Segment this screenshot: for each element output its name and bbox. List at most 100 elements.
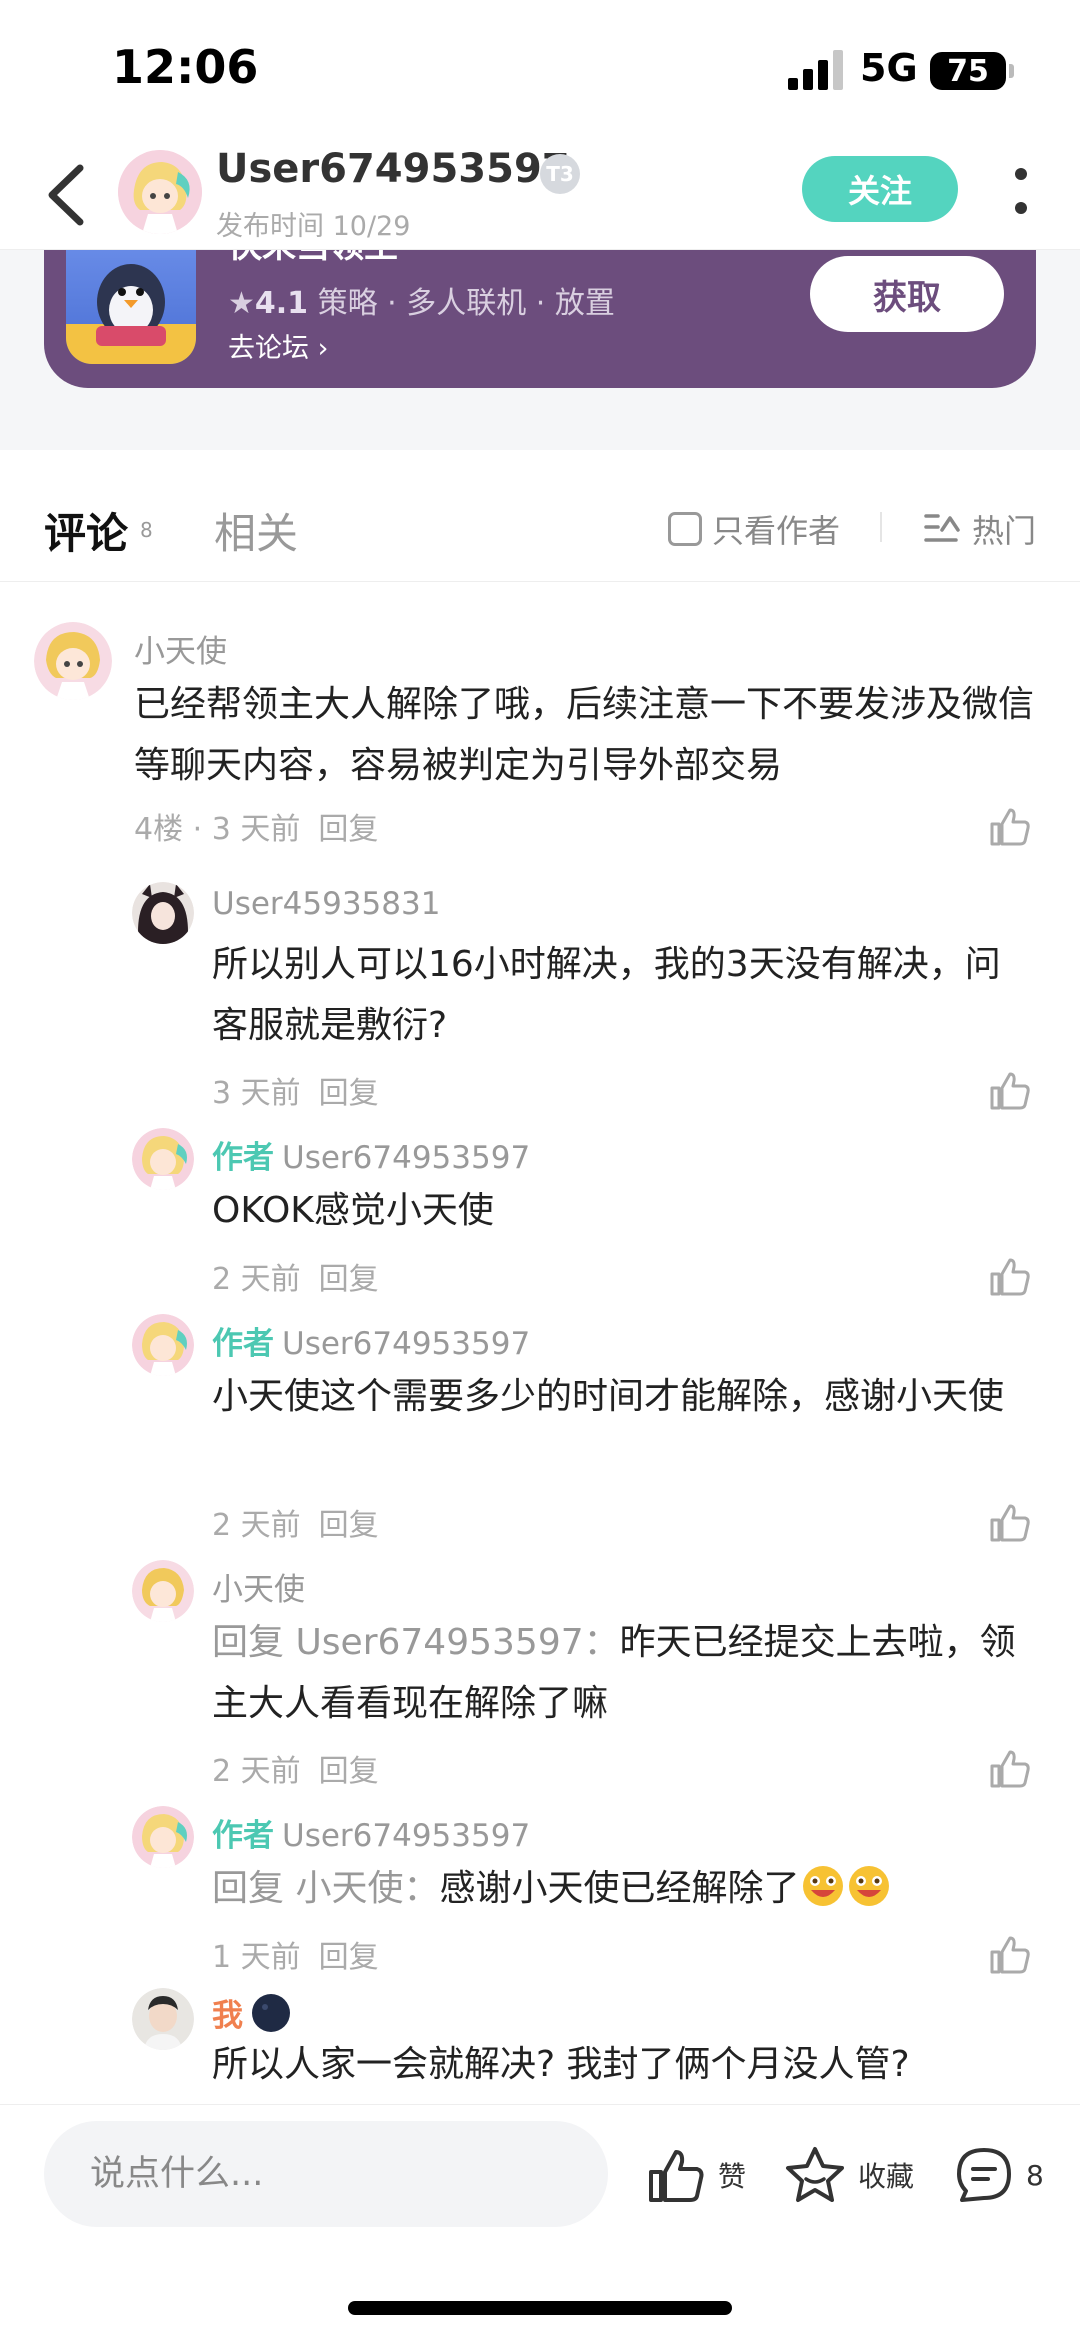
author-avatar-icon (132, 1128, 194, 1190)
only-author-label: 只看作者 (712, 512, 841, 550)
forum-link[interactable]: 去论坛 › (228, 326, 328, 365)
author-avatar-icon (132, 1314, 194, 1376)
comment-text: 小天使这个需要多少的时间才能解除，感谢小天使 (212, 1376, 1005, 1417)
status-time: 12:06 (112, 40, 259, 94)
comment-meta: 2 天前 回复 (212, 1746, 379, 1790)
commenter-name[interactable]: User45935831 (212, 886, 440, 922)
comment-time: 2 天前 (212, 1262, 301, 1297)
author-name[interactable]: User674953597 (216, 146, 570, 192)
like-icon[interactable] (988, 1500, 1032, 1544)
post-time: 发布时间 10/29 (216, 211, 411, 242)
reply-button[interactable]: 回复 (319, 1940, 379, 1975)
angel-avatar-icon (34, 622, 112, 700)
reply-to-prefix: 回复 小天使： (212, 1868, 440, 1909)
commenter-name[interactable]: 作者 User674953597 (212, 1810, 530, 1855)
comment-time: 2 天前 (212, 1508, 301, 1543)
commenter-name[interactable]: 作者 User674953597 (212, 1132, 530, 1177)
commenter-avatar[interactable] (132, 1128, 194, 1190)
comment-text: OKOK感觉小天使 (212, 1190, 494, 1231)
author-tag: 作者 (212, 1140, 274, 1176)
back-arrow-icon[interactable] (42, 162, 92, 228)
reply-item: 作者 User674953597 OKOK感觉小天使 2 天前 回复 (0, 1128, 1080, 1308)
comment-time: 3 天前 (212, 1076, 301, 1111)
comment-time: 2 天前 (212, 1754, 301, 1789)
like-icon[interactable] (988, 1932, 1032, 1976)
comment-time: 1 天前 (212, 1940, 301, 1975)
battery-icon: 75 (930, 52, 1014, 90)
comment-meta: 2 天前 回复 (212, 1254, 379, 1298)
checkbox-icon[interactable] (668, 512, 702, 546)
follow-button[interactable]: 关注 (802, 156, 958, 222)
game-meta: ★4.1 策略 · 多人联机 · 放置 (228, 278, 615, 322)
sort-icon (924, 514, 960, 542)
like-icon[interactable] (988, 1254, 1032, 1298)
level-badge: T3 (540, 154, 580, 194)
commenter-username: User674953597 (282, 1326, 531, 1362)
commenter-name[interactable]: 小天使 (212, 1564, 305, 1609)
network-type: 5G (860, 46, 918, 90)
commenter-name[interactable]: 我 (212, 1990, 291, 2035)
game-tags: 策略 · 多人联机 · 放置 (317, 286, 615, 321)
tab-comments[interactable]: 评论 (44, 500, 134, 561)
comments-button[interactable]: 8 (954, 2145, 1044, 2205)
like-button[interactable]: 赞 (646, 2145, 746, 2205)
commenter-avatar[interactable] (132, 1988, 194, 2050)
comment-input[interactable] (44, 2121, 608, 2227)
comments-count: 8 (140, 518, 153, 542)
like-icon[interactable] (988, 1068, 1032, 1112)
commenter-avatar[interactable] (132, 1314, 194, 1376)
author-avatar[interactable] (118, 150, 202, 234)
commenter-avatar[interactable] (34, 622, 112, 700)
post-header: User674953597 T3 发布时间 10/29 关注 (0, 140, 1080, 250)
game-rating: 4.1 (254, 286, 309, 321)
tab-comments-label: 评论 (44, 509, 129, 558)
reply-item: 小天使 回复 User674953597：昨天已经提交上去啦，领主大人看看现在解… (0, 1560, 1080, 1800)
reply-button[interactable]: 回复 (319, 1076, 379, 1111)
my-avatar-icon (132, 1988, 194, 2050)
comment-text: 所以人家一会就解决? 我封了俩个月没人管? (212, 2044, 910, 2085)
like-icon[interactable] (988, 1746, 1032, 1790)
only-author-toggle[interactable]: 只看作者 (668, 506, 840, 552)
reply-button[interactable]: 回复 (318, 812, 378, 847)
like-label: 赞 (718, 2160, 747, 2193)
sort-label: 热门 (972, 512, 1037, 550)
commenter-name[interactable]: 小天使 (134, 626, 227, 671)
forum-link-label: 去论坛 (228, 333, 309, 364)
favorite-label: 收藏 (858, 2160, 915, 2193)
status-bar: 12:06 5G 75 (0, 0, 1080, 140)
grinning-emoji-icon (803, 1866, 844, 1906)
bottom-action-bar: 赞 收藏 8 (0, 2104, 1080, 2337)
user-badge-icon (252, 1993, 290, 2032)
anime-girl-avatar-icon (132, 882, 194, 944)
comment-text: 回复 User674953597：昨天已经提交上去啦，领主大人看看现在解除了嘛 (212, 1612, 1032, 1734)
star-icon (786, 2147, 844, 2202)
comment-meta: 1 天前 回复 (212, 1932, 379, 1976)
tab-related[interactable]: 相关 (214, 500, 298, 561)
reply-button[interactable]: 回复 (319, 1508, 379, 1543)
commenter-avatar[interactable] (132, 882, 194, 944)
favorite-button[interactable]: 收藏 (784, 2145, 914, 2205)
comment-text: 所以别人可以16小时解决，我的3天没有解决，问客服就是敷衍? (212, 944, 1001, 1046)
sort-hot-button[interactable]: 热门 (922, 506, 1036, 552)
commenter-avatar[interactable] (132, 1560, 194, 1622)
reply-button[interactable]: 回复 (319, 1262, 379, 1297)
more-options-icon[interactable] (1008, 162, 1034, 222)
home-indicator (348, 2301, 732, 2315)
get-button[interactable]: 获取 (810, 256, 1004, 332)
reply-item: 作者 User674953597 小天使这个需要多少的时间才能解除，感谢小天使 2… (0, 1314, 1080, 1554)
comment-bubble-icon (957, 2148, 1011, 2202)
comment-meta: 4楼 · 3 天前 回复 (134, 804, 378, 848)
commenter-avatar[interactable] (132, 1806, 194, 1868)
reply-button[interactable]: 回复 (319, 1754, 379, 1789)
comment-meta: 2 天前 回复 (212, 1500, 379, 1544)
chevron-right-icon: › (317, 333, 329, 364)
comments-count-label: 8 (1026, 2158, 1044, 2192)
reply-item: User45935831 所以别人可以16小时解决，我的3天没有解决，问客服就是… (0, 882, 1080, 1144)
game-card[interactable]: 快来当领主 ★4.1 策略 · 多人联机 · 放置 去论坛 › 获取 (44, 240, 1036, 388)
like-icon[interactable] (988, 804, 1032, 848)
commenter-name[interactable]: 作者 User674953597 (212, 1318, 530, 1363)
comment-text: 已经帮领主大人解除了哦，后续注意一下不要发涉及微信等聊天内容，容易被判定为引导外… (134, 684, 1035, 786)
star-icon: ★ (228, 286, 255, 321)
comment-item: 小天使 已经帮领主大人解除了哦，后续注意一下不要发涉及微信等聊天内容，容易被判定… (0, 582, 1080, 882)
commenter-username: User674953597 (282, 1818, 531, 1854)
